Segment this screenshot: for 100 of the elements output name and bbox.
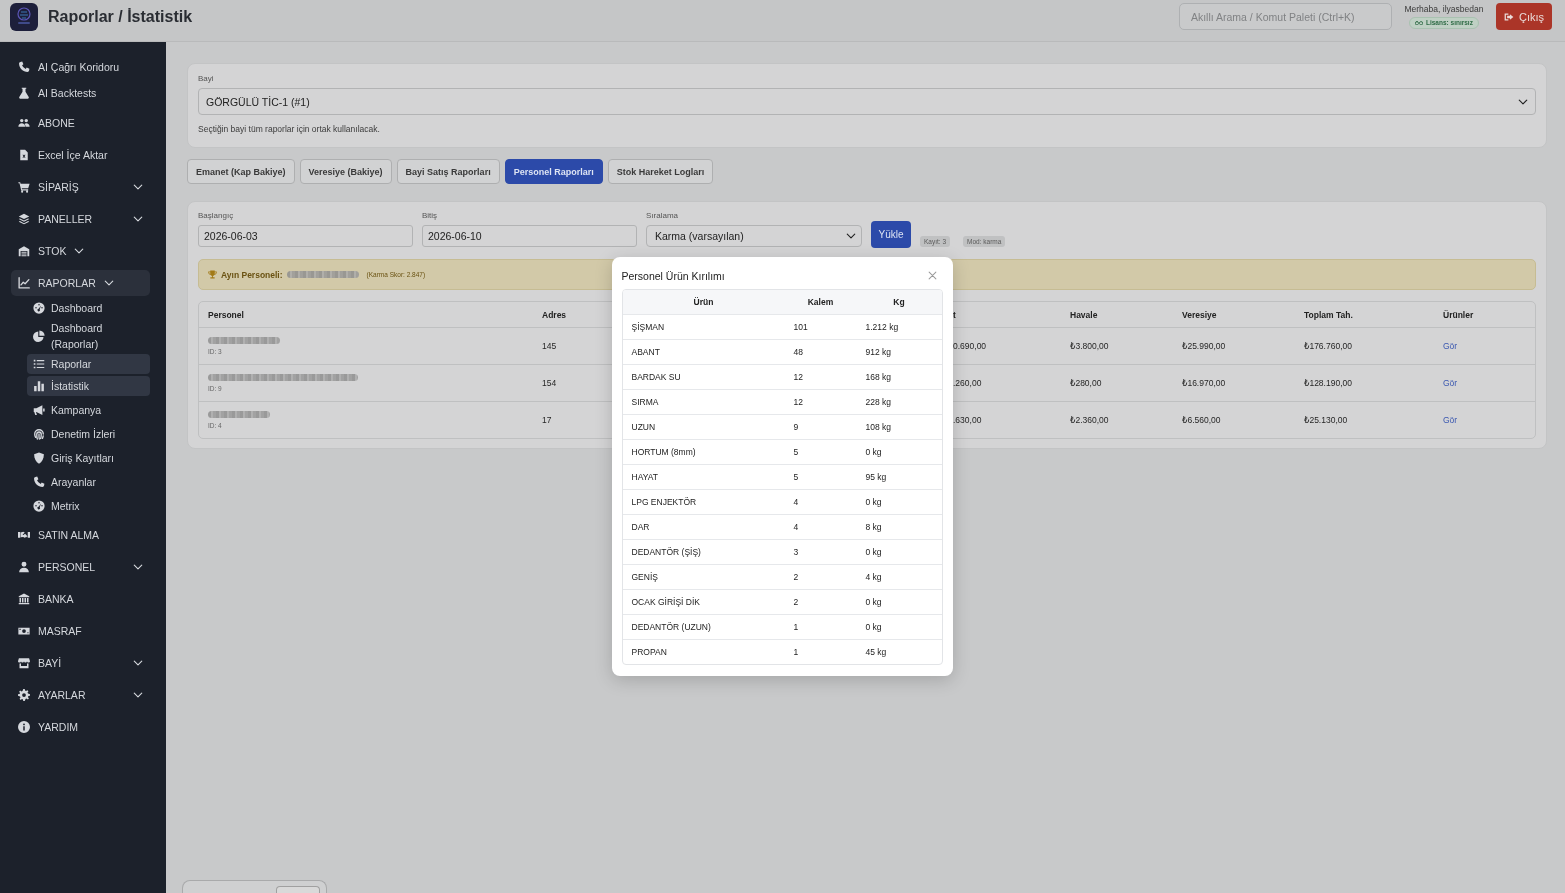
sidebar-item[interactable]: AI Çağrı Koridoru — [11, 54, 150, 80]
sidebar-item[interactable]: BANKA — [11, 584, 150, 614]
table-cell-text: ₺25.130,00 — [1303, 415, 1349, 425]
sidebar-item[interactable]: AYARLAR — [11, 680, 150, 710]
load-button[interactable]: Yükle — [871, 221, 911, 248]
table-cell-text: 12 — [792, 372, 804, 382]
sidebar-item[interactable]: BAYİ — [11, 648, 150, 678]
report-tab[interactable]: Veresiye (Bakiye) — [299, 159, 392, 184]
table-cell-text: SIRMA — [630, 397, 660, 407]
column-header: Kalem — [806, 297, 835, 307]
megaphone-icon — [33, 404, 45, 416]
sidebar-subitem[interactable]: Arayanlar — [27, 470, 150, 494]
table-cell-text: 12 — [792, 397, 804, 407]
app-logo — [10, 3, 38, 31]
chevron-down-icon — [133, 182, 143, 192]
dealer-select[interactable]: GÖRGÜLÜ TİC-1 (#1) — [198, 88, 1536, 115]
search-field[interactable]: Akıllı Arama / Komut Paleti (Ctrl+K) — [1178, 3, 1392, 30]
table-cell-text: 2 — [792, 597, 800, 607]
field-label: Bayi — [198, 74, 215, 84]
table-cell-text: PROPAN — [630, 647, 668, 657]
shield-icon — [33, 452, 45, 464]
sign-out-icon — [1503, 11, 1514, 22]
table-cell-text: ₺176.760,00 — [1303, 341, 1353, 351]
column-header: Ürün — [692, 297, 715, 307]
page-title: Raporlar / İstatistik — [48, 7, 193, 27]
table-cell-text: OCAK GİRİŞİ DİK — [630, 597, 701, 607]
table-cell-text: 0 kg — [864, 547, 883, 557]
bar-chart-icon — [33, 380, 45, 392]
table-cell-text: 0 kg — [864, 497, 883, 507]
table-cell-text: 0 kg — [864, 622, 883, 632]
table-cell-text: 17 — [541, 415, 553, 425]
table-cell-text: ₺3.800,00 — [1069, 341, 1110, 351]
users-icon — [18, 117, 30, 129]
date-field[interactable]: 2026-06-10 — [422, 225, 637, 247]
table-cell-text: GENİŞ — [630, 572, 659, 582]
column-header: t — [952, 309, 957, 320]
logout-button[interactable]: Çıkış — [1495, 3, 1552, 30]
chevron-down-icon — [133, 690, 143, 700]
cart-icon — [18, 181, 30, 193]
sidebar-subitem[interactable]: İstatistik — [27, 376, 150, 396]
settings-icon — [18, 689, 30, 701]
table-cell-text: DEDANTÖR (UZUN) — [630, 622, 712, 632]
sidebar-item[interactable]: SİPARİŞ — [11, 172, 150, 202]
sidebar-subitem[interactable]: Metrix — [27, 494, 150, 518]
table-cell-text: ₺6.560,00 — [1181, 415, 1222, 425]
table-cell-text: LPG ENJEKTÖR — [630, 497, 698, 507]
table-cell-text: ₺16.970,00 — [1181, 378, 1227, 388]
sidebar-item[interactable]: SATIN ALMA — [11, 520, 150, 550]
sidebar-item[interactable]: MASRAF — [11, 616, 150, 646]
column-header: Toplam Tah. — [1303, 309, 1354, 320]
date-field[interactable]: 2026-06-03 — [198, 225, 413, 247]
table-cell-text: ₺25.990,00 — [1181, 341, 1227, 351]
layers-icon — [18, 213, 30, 225]
sidebar-item[interactable]: AI Backtests — [11, 80, 150, 106]
pie-chart-icon — [33, 330, 45, 342]
sidebar-subitem[interactable]: Kampanya — [27, 398, 150, 422]
table-cell-text: 0 kg — [864, 447, 883, 457]
sort-select[interactable]: Karma (varsayılan) — [646, 225, 862, 247]
table-cell-text: 154 — [541, 378, 558, 388]
chevron-down-icon — [133, 562, 143, 572]
fingerprint-icon — [33, 428, 45, 440]
table-cell-text: DEDANTÖR (ŞİŞ) — [630, 547, 702, 557]
report-tab[interactable]: Personel Raporları — [504, 159, 603, 184]
table-cell-text: 5 — [792, 447, 800, 457]
hint-text: Seçtiğin bayi tüm raporlar için ortak kullanılacak. — [198, 124, 381, 135]
report-tab[interactable]: Bayi Satış Raporları — [396, 159, 500, 184]
phone-icon — [18, 61, 30, 73]
report-tab[interactable]: Stok Hareket Logları — [607, 159, 714, 184]
view-link[interactable]: Gör — [1443, 415, 1458, 425]
column-header: Adres — [541, 309, 568, 320]
table-cell-text: 0 kg — [864, 597, 883, 607]
table-cell-text: BARDAK SU — [630, 372, 682, 382]
table-cell-text: 101 — [792, 322, 809, 332]
column-header: Veresiye — [1181, 309, 1218, 320]
sidebar-subitem[interactable]: Dashboard (Raporlar) — [27, 320, 150, 352]
alert-label: Ayın Personeli: — [221, 269, 283, 280]
table-cell-text: 4 kg — [864, 572, 883, 582]
chevron-down-icon — [846, 231, 856, 241]
sidebar-subitem[interactable]: Giriş Kayıtları — [27, 446, 150, 470]
flask-icon — [18, 87, 30, 99]
sidebar-item[interactable]: RAPORLAR — [11, 270, 150, 296]
table-cell-text: 108 kg — [864, 422, 893, 432]
sidebar-item[interactable]: YARDIM — [11, 712, 150, 742]
table-cell-text: 5 — [792, 472, 800, 482]
blurred-name — [208, 336, 280, 344]
sidebar-subitem[interactable]: Raporlar — [27, 354, 150, 374]
report-tab[interactable]: Emanet (Kap Bakiye) — [187, 159, 295, 184]
sidebar-subitem[interactable]: Denetim İzleri — [27, 422, 150, 446]
sidebar-item[interactable]: Excel İçe Aktar — [11, 140, 150, 170]
view-link[interactable]: Gör — [1443, 378, 1458, 388]
column-header: Havale — [1069, 309, 1099, 320]
view-link[interactable]: Gör — [1443, 341, 1458, 351]
phone-icon — [33, 476, 45, 488]
sidebar-item[interactable]: STOK — [11, 236, 150, 266]
sidebar-item[interactable]: PERSONEL — [11, 552, 150, 582]
close-button[interactable] — [927, 271, 938, 281]
table-cell-text: 3 — [792, 547, 800, 557]
sidebar-item[interactable]: ABONE — [11, 108, 150, 138]
sidebar-item[interactable]: PANELLER — [11, 204, 150, 234]
sidebar-subitem[interactable]: Dashboard — [27, 296, 150, 320]
